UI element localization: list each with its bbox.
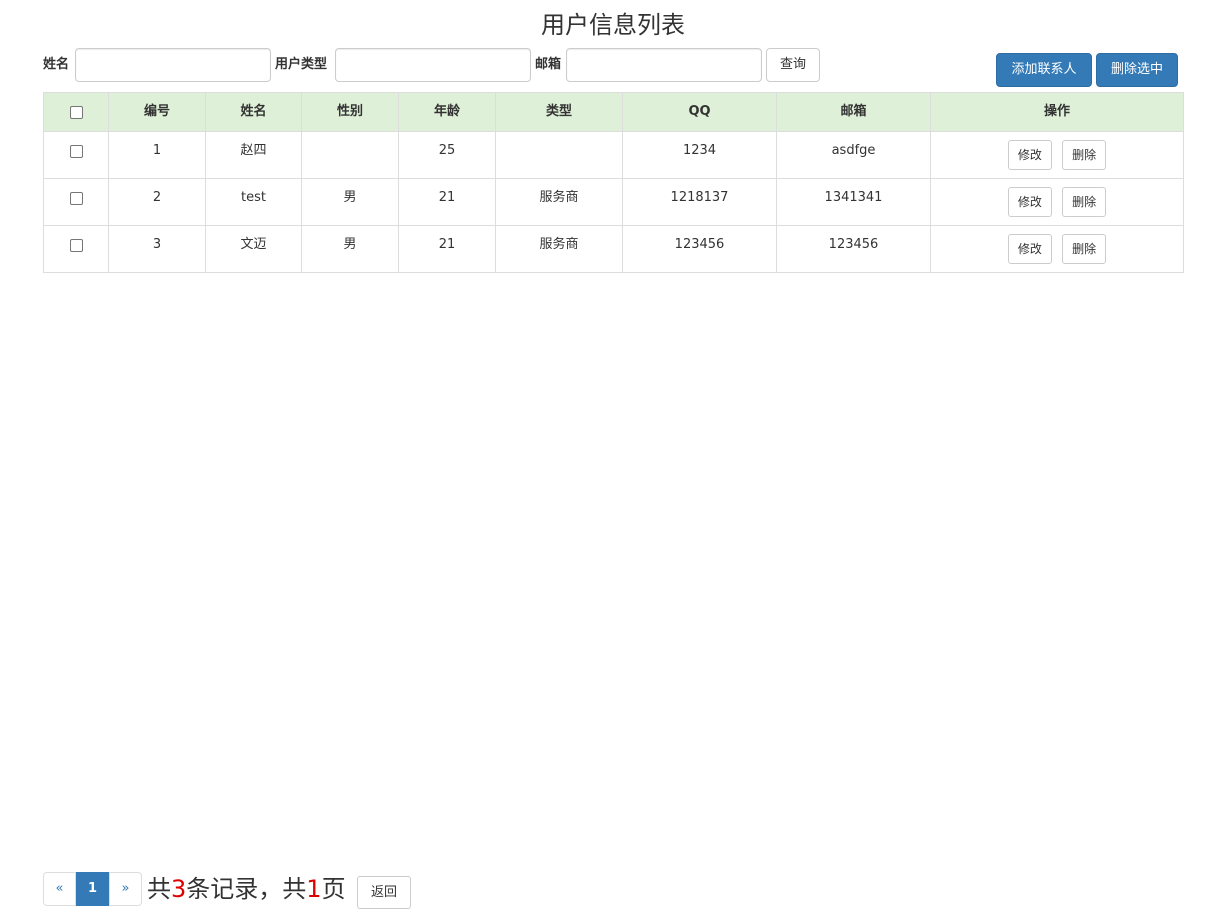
cell-actions: 修改 删除 (930, 131, 1184, 179)
cell-email: 123456 (776, 225, 931, 273)
record-summary: 共3条记录，共1页 (147, 874, 346, 904)
header-email: 邮箱 (776, 92, 931, 132)
row-checkbox[interactable] (69, 192, 83, 205)
header-gender: 性别 (301, 92, 399, 132)
add-contact-button[interactable]: 添加联系人 (996, 53, 1092, 87)
cell-gender: 男 (301, 225, 399, 273)
cell-age: 21 (398, 178, 496, 226)
table-row: 3 文迈 男 21 服务商 123456 123456 修改 删除 (43, 225, 1184, 273)
edit-button[interactable]: 修改 (1007, 140, 1052, 170)
cell-id: 1 (108, 131, 206, 179)
email-label: 邮箱 (535, 57, 562, 72)
edit-button[interactable]: 修改 (1007, 187, 1052, 217)
row-select-cell (43, 178, 109, 226)
row-select-cell (43, 225, 109, 273)
cell-gender: 男 (301, 178, 399, 226)
header-qq: QQ (622, 92, 777, 132)
row-select-cell (43, 131, 109, 179)
row-checkbox[interactable] (69, 145, 83, 158)
cell-name: 赵四 (205, 131, 302, 179)
cell-type (495, 131, 623, 179)
row-checkbox[interactable] (69, 239, 83, 252)
delete-button[interactable]: 删除 (1062, 187, 1107, 217)
cell-actions: 修改 删除 (930, 178, 1184, 226)
cell-qq: 1218137 (622, 178, 777, 226)
header-id: 编号 (108, 92, 206, 132)
cell-id: 3 (108, 225, 206, 273)
user-type-label: 用户类型 (275, 57, 328, 72)
table-header-row: 编号 姓名 性别 年龄 类型 QQ 邮箱 操作 (43, 92, 1184, 132)
delete-button[interactable]: 删除 (1062, 140, 1107, 170)
table-row: 2 test 男 21 服务商 1218137 1341341 修改 删除 (43, 178, 1184, 226)
page-title: 用户信息列表 (541, 11, 685, 39)
table-row: 1 赵四 25 1234 asdfge 修改 删除 (43, 131, 1184, 179)
select-all-cell (43, 92, 109, 132)
name-input[interactable] (75, 48, 271, 82)
page-button-current[interactable]: 1 (76, 872, 109, 906)
delete-selected-button[interactable]: 删除选中 (1096, 53, 1178, 87)
cell-name: 文迈 (205, 225, 302, 273)
header-name: 姓名 (205, 92, 302, 132)
cell-id: 2 (108, 178, 206, 226)
email-input[interactable] (566, 48, 762, 82)
total-pages: 1 (306, 875, 322, 903)
cell-qq: 1234 (622, 131, 777, 179)
cell-qq: 123456 (622, 225, 777, 273)
name-label: 姓名 (43, 57, 70, 72)
summary-middle: 条记录，共 (186, 875, 307, 903)
cell-email: asdfge (776, 131, 931, 179)
summary-suffix: 页 (321, 875, 346, 903)
cell-actions: 修改 删除 (930, 225, 1184, 273)
header-age: 年龄 (398, 92, 496, 132)
cell-gender (301, 131, 399, 179)
cell-age: 25 (398, 131, 496, 179)
page: 用户信息列表 姓名 用户类型 邮箱 查询 添加联系人 删除选中 编号 姓名 性别… (0, 0, 1231, 912)
summary-prefix: 共 (147, 875, 171, 903)
cell-age: 21 (398, 225, 496, 273)
user-type-input[interactable] (335, 48, 531, 82)
header-type: 类型 (495, 92, 623, 132)
cell-email: 1341341 (776, 178, 931, 226)
cell-name: test (205, 178, 302, 226)
user-table: 编号 姓名 性别 年龄 类型 QQ 邮箱 操作 1 赵四 25 1234 asd… (43, 92, 1184, 273)
query-button[interactable]: 查询 (766, 48, 820, 82)
next-page-button[interactable]: » (109, 872, 142, 906)
total-records: 3 (171, 875, 187, 903)
cell-type: 服务商 (495, 178, 623, 226)
header-actions: 操作 (930, 92, 1184, 132)
delete-button[interactable]: 删除 (1062, 234, 1107, 264)
edit-button[interactable]: 修改 (1007, 234, 1052, 264)
cell-type: 服务商 (495, 225, 623, 273)
back-button[interactable]: 返回 (357, 876, 411, 909)
select-all-checkbox[interactable] (69, 106, 83, 119)
prev-page-button[interactable]: « (43, 872, 76, 906)
